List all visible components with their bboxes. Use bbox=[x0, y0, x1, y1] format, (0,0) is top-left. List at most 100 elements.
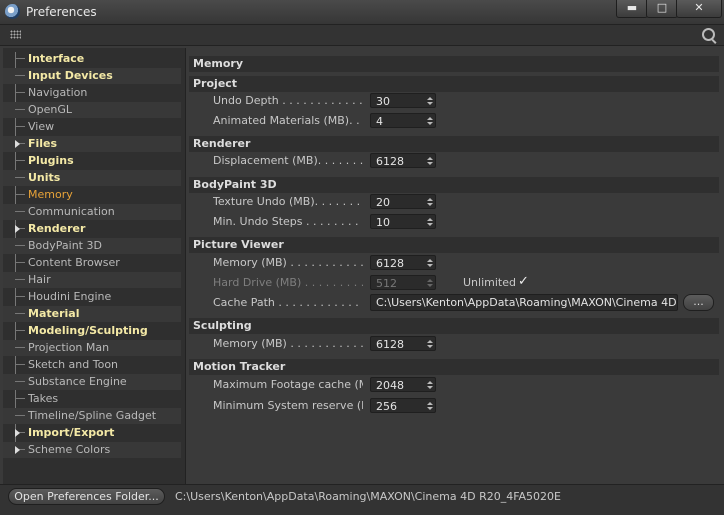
maximize-button[interactable]: □ bbox=[646, 0, 678, 18]
tree-branch-line bbox=[15, 58, 25, 59]
sidebar-item-modeling-sculpting[interactable]: Modeling/Sculpting bbox=[3, 323, 181, 339]
min-undo-steps-field[interactable]: 10 bbox=[370, 214, 436, 229]
sidebar-item-input-devices[interactable]: Input Devices bbox=[3, 68, 181, 84]
sidebar-item-opengl[interactable]: OpenGL bbox=[3, 102, 181, 118]
expand-arrow-icon[interactable] bbox=[15, 140, 20, 148]
spinner-arrows-icon[interactable] bbox=[427, 97, 433, 106]
tree-branch-line bbox=[15, 75, 25, 76]
spinner-arrows-icon[interactable] bbox=[427, 340, 433, 349]
window-title: Preferences bbox=[26, 5, 97, 19]
minimize-button[interactable]: ▬ bbox=[616, 0, 648, 18]
sidebar-item-label: Import/Export bbox=[28, 426, 115, 439]
sidebar-item-label: Files bbox=[28, 137, 58, 150]
sidebar-item-interface[interactable]: Interface bbox=[3, 51, 181, 67]
sidebar-item-material[interactable]: Material bbox=[3, 306, 181, 322]
tree-branch-line bbox=[15, 296, 25, 297]
sidebar-item-units[interactable]: Units bbox=[3, 170, 181, 186]
sidebar-item-label: Timeline/Spline Gadget bbox=[28, 409, 157, 422]
spinner-arrows-icon[interactable] bbox=[427, 259, 433, 268]
sidebar-item-houdini-engine[interactable]: Houdini Engine bbox=[3, 289, 181, 305]
spinner-arrows-icon[interactable] bbox=[427, 198, 433, 207]
sidebar-item-content-browser[interactable]: Content Browser bbox=[3, 255, 181, 271]
browse-cache-path-button[interactable]: ... bbox=[683, 294, 714, 311]
title-bar: Preferences ▬ □ ✕ bbox=[0, 0, 724, 25]
undo-depth-label: Undo Depth . . . . . . . . . . . . . . . bbox=[213, 94, 363, 107]
sidebar-item-substance-engine[interactable]: Substance Engine bbox=[3, 374, 181, 390]
sidebar-item-label: Material bbox=[28, 307, 80, 320]
memory-settings-panel: Memory Project Undo Depth . . . . . . . … bbox=[187, 48, 721, 484]
spinner-arrows-icon[interactable] bbox=[427, 381, 433, 390]
sidebar-item-label: Renderer bbox=[28, 222, 86, 235]
sidebar-item-hair[interactable]: Hair bbox=[3, 272, 181, 288]
tree-branch-line bbox=[15, 126, 25, 127]
sidebar-item-projection-man[interactable]: Projection Man bbox=[3, 340, 181, 356]
sidebar-item-import-export[interactable]: Import/Export bbox=[3, 425, 181, 441]
expand-arrow-icon[interactable] bbox=[15, 446, 20, 454]
sidebar-item-sketch-and-toon[interactable]: Sketch and Toon bbox=[3, 357, 181, 373]
tree-branch-line bbox=[15, 364, 25, 365]
cache-path-input[interactable]: C:\Users\Kenton\AppData\Roaming\MAXON\Ci… bbox=[370, 294, 678, 311]
sidebar-item-label: Plugins bbox=[28, 154, 74, 167]
sidebar-item-communication[interactable]: Communication bbox=[3, 204, 181, 220]
tree-branch-line bbox=[15, 92, 25, 93]
close-button[interactable]: ✕ bbox=[676, 0, 722, 18]
sidebar-item-label: Hair bbox=[28, 273, 51, 286]
sidebar-item-scheme-colors[interactable]: Scheme Colors bbox=[3, 442, 181, 458]
tree-branch-line bbox=[15, 381, 25, 382]
texture-undo-label: Texture Undo (MB). . . . . . . . . . bbox=[213, 195, 363, 208]
expand-arrow-icon[interactable] bbox=[15, 225, 20, 233]
search-icon[interactable] bbox=[702, 28, 715, 41]
sidebar-item-memory[interactable]: Memory bbox=[3, 187, 181, 203]
spinner-arrows-icon[interactable] bbox=[427, 218, 433, 227]
min-system-value: 256 bbox=[376, 400, 397, 413]
max-footage-field[interactable]: 2048 bbox=[370, 377, 436, 392]
sidebar-item-takes[interactable]: Takes bbox=[3, 391, 181, 407]
sidebar-item-bodypaint-3d[interactable]: BodyPaint 3D bbox=[3, 238, 181, 254]
sidebar-item-plugins[interactable]: Plugins bbox=[3, 153, 181, 169]
undo-depth-field[interactable]: 30 bbox=[370, 93, 436, 108]
pv-memory-field[interactable]: 6128 bbox=[370, 255, 436, 270]
expand-arrow-icon[interactable] bbox=[15, 429, 20, 437]
sidebar-item-files[interactable]: Files bbox=[3, 136, 181, 152]
sidebar-item-view[interactable]: View bbox=[3, 119, 181, 135]
sidebar-item-timeline-spline-gadget[interactable]: Timeline/Spline Gadget bbox=[3, 408, 181, 424]
sculpting-memory-field[interactable]: 6128 bbox=[370, 336, 436, 351]
sidebar-item-navigation[interactable]: Navigation bbox=[3, 85, 181, 101]
texture-undo-field[interactable]: 20 bbox=[370, 194, 436, 209]
tree-branch-line bbox=[15, 313, 25, 314]
min-system-label: Minimum System reserve (MB) bbox=[213, 399, 363, 412]
sidebar-item-label: View bbox=[28, 120, 55, 133]
tree-branch-line bbox=[15, 347, 25, 348]
unlimited-checkbox[interactable]: ✓ bbox=[518, 275, 530, 288]
displacement-value: 6128 bbox=[376, 155, 404, 168]
grip-icon[interactable] bbox=[10, 30, 21, 39]
min-system-field[interactable]: 256 bbox=[370, 398, 436, 413]
footer-bar: Open Preferences Folder... C:\Users\Kent… bbox=[0, 484, 724, 515]
sidebar-item-label: Scheme Colors bbox=[28, 443, 111, 456]
pv-memory-value: 6128 bbox=[376, 257, 404, 270]
group-header-motion-tracker: Motion Tracker bbox=[189, 359, 719, 375]
hard-drive-value: 512 bbox=[376, 277, 397, 290]
open-preferences-folder-button[interactable]: Open Preferences Folder... bbox=[8, 488, 165, 505]
spinner-arrows-icon[interactable] bbox=[427, 402, 433, 411]
sidebar-item-label: Modeling/Sculpting bbox=[28, 324, 148, 337]
spinner-arrows-icon bbox=[427, 279, 433, 288]
tree-branch-line bbox=[15, 211, 25, 212]
tree-branch-line bbox=[15, 262, 25, 263]
hard-drive-field: 512 bbox=[370, 275, 436, 290]
tree-branch-line bbox=[15, 109, 25, 110]
sidebar-item-label: Communication bbox=[28, 205, 115, 218]
animated-materials-label: Animated Materials (MB). . . . . bbox=[213, 114, 363, 127]
sidebar-item-label: Content Browser bbox=[28, 256, 120, 269]
sidebar-item-label: Input Devices bbox=[28, 69, 113, 82]
sidebar-item-label: Projection Man bbox=[28, 341, 110, 354]
sidebar-item-renderer[interactable]: Renderer bbox=[3, 221, 181, 237]
displacement-field[interactable]: 6128 bbox=[370, 153, 436, 168]
animated-materials-field[interactable]: 4 bbox=[370, 113, 436, 128]
unlimited-label: Unlimited bbox=[463, 276, 516, 289]
spinner-arrows-icon[interactable] bbox=[427, 157, 433, 166]
group-header-bodypaint: BodyPaint 3D bbox=[189, 177, 719, 193]
tree-branch-line bbox=[15, 245, 25, 246]
sidebar-item-label: Navigation bbox=[28, 86, 88, 99]
spinner-arrows-icon[interactable] bbox=[427, 117, 433, 126]
